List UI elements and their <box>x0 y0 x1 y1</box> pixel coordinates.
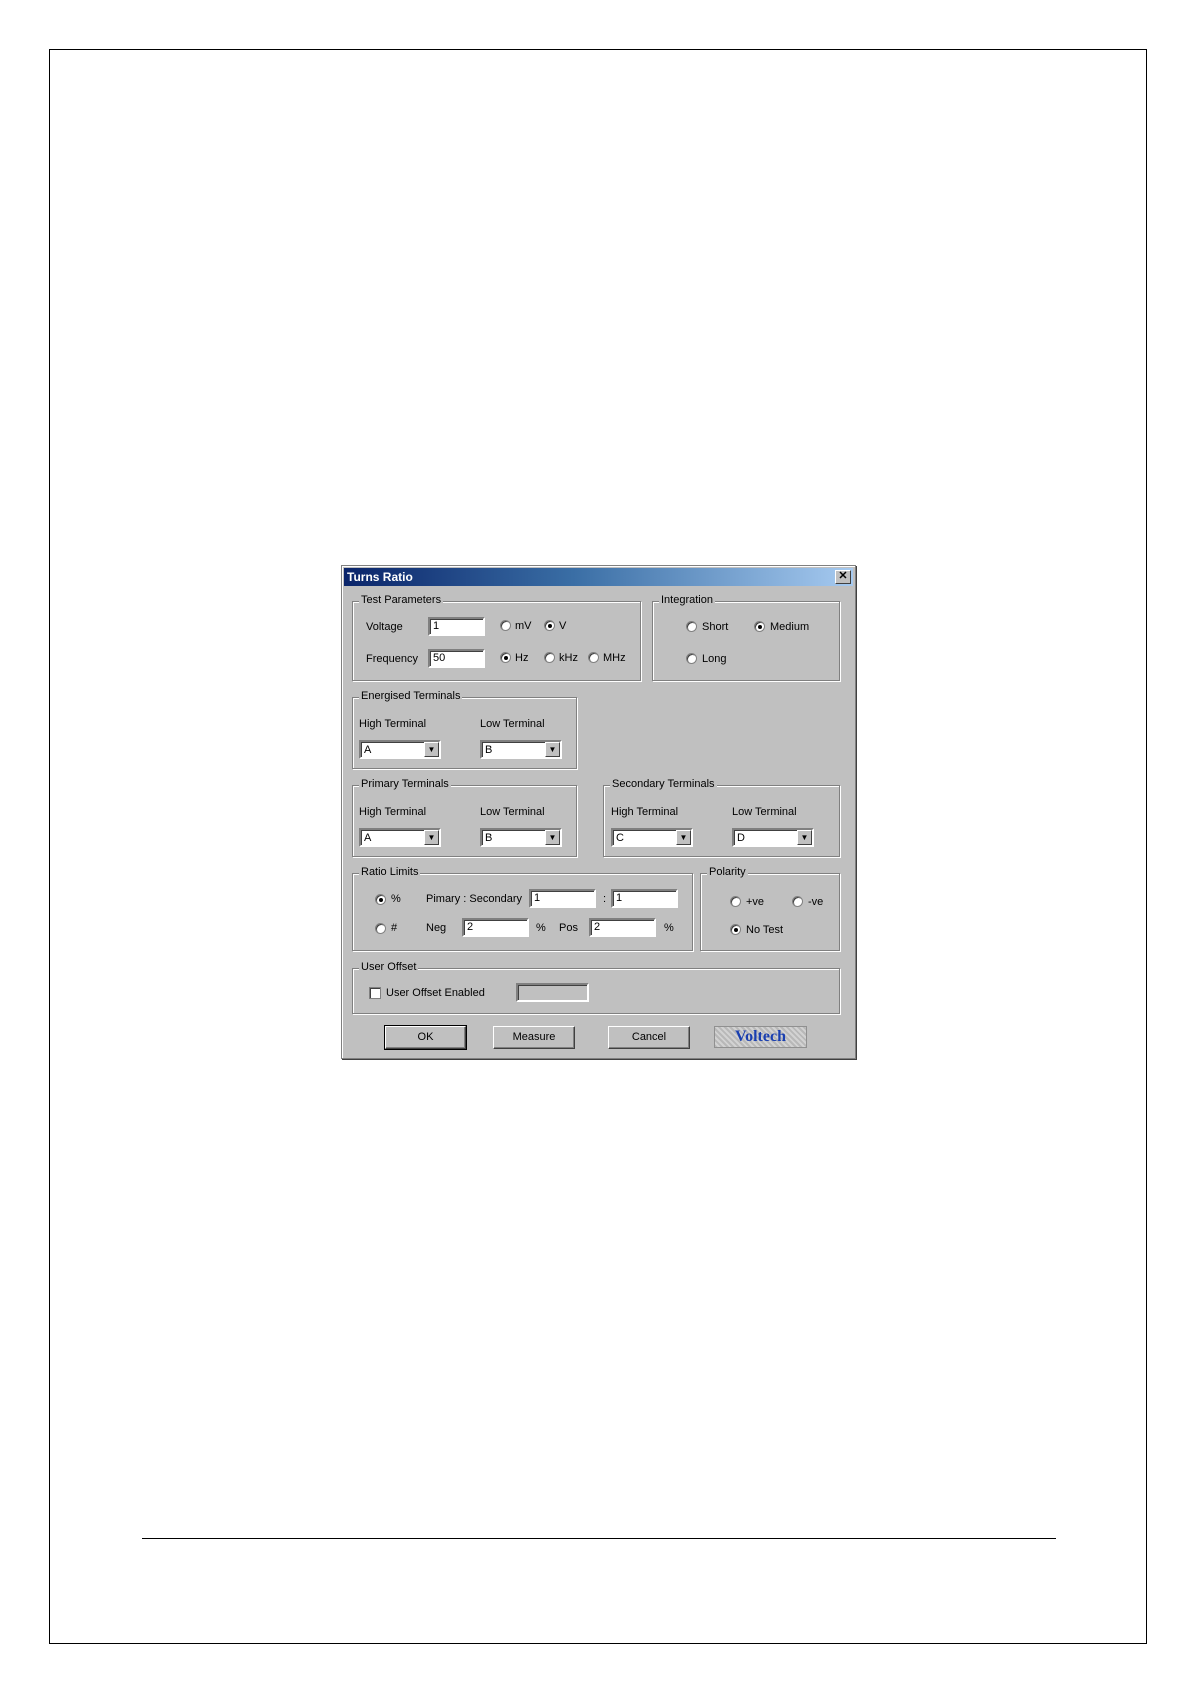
voltage-unit-v-radio[interactable] <box>544 620 555 631</box>
voltage-unit-v-label: V <box>559 620 567 632</box>
primary-terminals-legend: Primary Terminals <box>359 778 451 790</box>
secondary-high-label: High Terminal <box>611 806 679 818</box>
primary-high-terminal-select[interactable]: A ▼ <box>359 828 441 847</box>
primary-ratio-input[interactable]: 1 <box>529 889 596 908</box>
title-bar[interactable]: Turns Ratio ✕ <box>344 568 853 586</box>
energised-terminals-group: Energised Terminals High Terminal Low Te… <box>352 690 577 769</box>
integration-long-radio[interactable] <box>686 653 697 664</box>
energised-high-terminal-value: A <box>364 744 372 756</box>
test-parameters-legend: Test Parameters <box>359 594 444 606</box>
measure-button[interactable]: Measure <box>493 1026 575 1049</box>
energised-high-label: High Terminal <box>359 718 427 730</box>
footer-rule <box>142 1538 1056 1539</box>
voltage-unit-mv-label: mV <box>515 620 532 632</box>
polarity-positive-label: +ve <box>746 896 765 908</box>
frequency-unit-hz-label: Hz <box>515 652 529 664</box>
user-offset-checkbox-label: User Offset Enabled <box>386 987 485 999</box>
user-offset-group: User Offset User Offset Enabled <box>352 961 840 1014</box>
pos-limit-input[interactable]: 2 <box>589 918 656 937</box>
frequency-input[interactable]: 50 <box>428 649 485 668</box>
frequency-unit-mhz-radio[interactable] <box>588 652 599 663</box>
energised-low-label: Low Terminal <box>480 718 545 730</box>
voltage-input[interactable]: 1 <box>428 617 485 636</box>
ratio-limits-group: Ratio Limits % Pimary : Secondary 1 : 1 … <box>352 866 693 951</box>
energised-high-terminal-select[interactable]: A ▼ <box>359 740 441 759</box>
frequency-unit-khz-label: kHz <box>559 652 578 664</box>
frequency-label: Frequency <box>366 653 418 665</box>
ratio-mode-count-label: # <box>391 922 398 934</box>
ratio-mode-percent-label: % <box>391 893 401 905</box>
ok-button[interactable]: OK <box>384 1025 467 1050</box>
test-parameters-group: Test Parameters Voltage 1 mV V Frequency… <box>352 594 641 681</box>
energised-low-terminal-value: B <box>485 744 493 756</box>
secondary-terminals-legend: Secondary Terminals <box>610 778 717 790</box>
dialog-title: Turns Ratio <box>347 570 413 584</box>
close-button[interactable]: ✕ <box>835 570 851 584</box>
dropdown-arrow-icon[interactable]: ▼ <box>676 830 691 845</box>
voltage-unit-mv-radio[interactable] <box>500 620 511 631</box>
ratio-label: Pimary : Secondary <box>426 893 522 905</box>
dropdown-arrow-icon[interactable]: ▼ <box>424 742 439 757</box>
voltage-label: Voltage <box>366 621 403 633</box>
secondary-high-terminal-value: C <box>616 832 624 844</box>
secondary-low-terminal-select[interactable]: D ▼ <box>732 828 814 847</box>
polarity-no-test-radio[interactable] <box>730 924 741 935</box>
dropdown-arrow-icon[interactable]: ▼ <box>545 830 560 845</box>
close-icon: ✕ <box>838 570 848 582</box>
dropdown-arrow-icon[interactable]: ▼ <box>424 830 439 845</box>
ratio-separator: : <box>603 893 607 905</box>
user-offset-legend: User Offset <box>359 961 419 973</box>
ratio-mode-percent-radio[interactable] <box>375 894 386 905</box>
dropdown-arrow-icon[interactable]: ▼ <box>797 830 812 845</box>
polarity-no-test-label: No Test <box>746 924 784 936</box>
dropdown-arrow-icon[interactable]: ▼ <box>545 742 560 757</box>
ratio-limits-legend: Ratio Limits <box>359 866 421 878</box>
primary-low-terminal-select[interactable]: B ▼ <box>480 828 562 847</box>
secondary-low-terminal-value: D <box>737 832 745 844</box>
polarity-negative-label: -ve <box>808 896 824 908</box>
user-offset-checkbox[interactable] <box>369 987 381 999</box>
primary-low-terminal-value: B <box>485 832 493 844</box>
polarity-positive-radio[interactable] <box>730 896 741 907</box>
polarity-group: Polarity +ve -ve No Test <box>700 866 840 951</box>
secondary-terminals-group: Secondary Terminals High Terminal Low Te… <box>603 778 840 857</box>
pos-label: Pos <box>559 922 578 934</box>
energised-low-terminal-select[interactable]: B ▼ <box>480 740 562 759</box>
energised-terminals-legend: Energised Terminals <box>359 690 463 702</box>
ratio-mode-count-radio[interactable] <box>375 923 386 934</box>
integration-short-label: Short <box>702 621 729 633</box>
neg-limit-input[interactable]: 2 <box>462 918 529 937</box>
user-offset-input[interactable] <box>516 983 589 1002</box>
primary-high-terminal-value: A <box>364 832 372 844</box>
neg-label: Neg <box>426 922 447 934</box>
integration-medium-radio[interactable] <box>754 621 765 632</box>
frequency-unit-khz-radio[interactable] <box>544 652 555 663</box>
secondary-high-terminal-select[interactable]: C ▼ <box>611 828 693 847</box>
integration-legend: Integration <box>659 594 715 606</box>
polarity-negative-radio[interactable] <box>792 896 803 907</box>
neg-unit-label: % <box>536 922 546 934</box>
integration-short-radio[interactable] <box>686 621 697 632</box>
secondary-low-label: Low Terminal <box>732 806 797 818</box>
frequency-unit-mhz-label: MHz <box>603 652 626 664</box>
primary-terminals-group: Primary Terminals High Terminal Low Term… <box>352 778 577 857</box>
turns-ratio-dialog: Turns Ratio ✕ Test Parameters Voltage 1 … <box>341 565 856 1059</box>
voltech-logo-text: Voltech <box>735 1028 786 1045</box>
cancel-button[interactable]: Cancel <box>608 1026 690 1049</box>
secondary-ratio-input[interactable]: 1 <box>611 889 678 908</box>
integration-long-label: Long <box>702 653 727 665</box>
integration-group: Integration Short Medium Long <box>652 594 840 681</box>
primary-high-label: High Terminal <box>359 806 427 818</box>
frequency-unit-hz-radio[interactable] <box>500 652 511 663</box>
polarity-legend: Polarity <box>707 866 748 878</box>
voltech-logo: Voltech <box>714 1026 807 1048</box>
pos-unit-label: % <box>664 922 674 934</box>
integration-medium-label: Medium <box>770 621 810 633</box>
primary-low-label: Low Terminal <box>480 806 545 818</box>
